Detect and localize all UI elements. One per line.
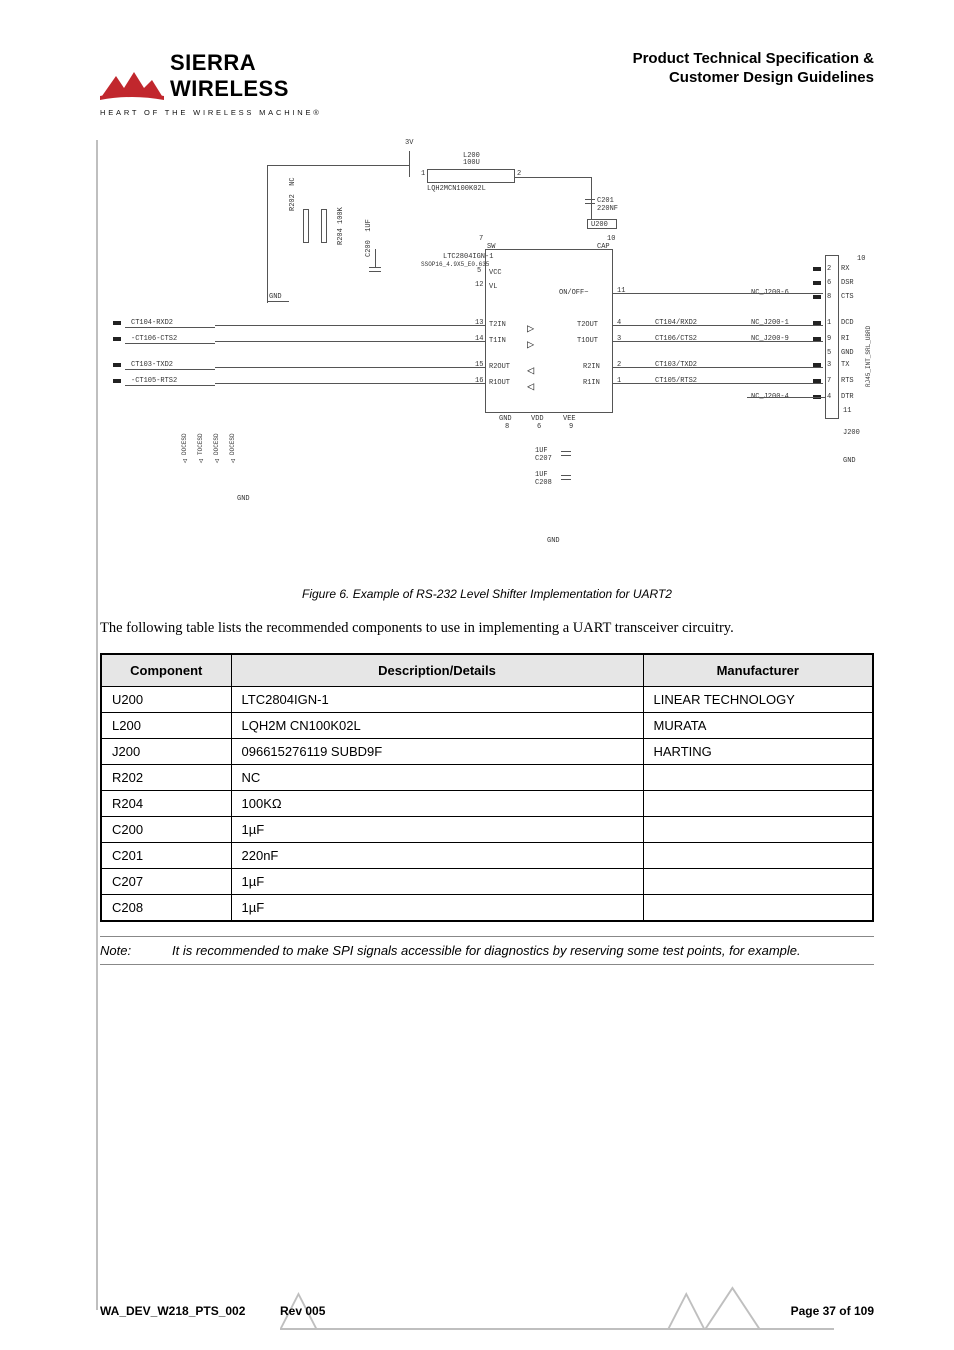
schem-gnd-r: GND [843,457,856,465]
schem-u200: U200 [591,221,608,229]
table-row: C2001µF [101,816,873,842]
schem-3v: 3V [405,139,413,147]
table-row: L200LQH2M CN100K02LMURATA [101,712,873,738]
th-description: Description/Details [231,654,643,687]
table-header-row: Component Description/Details Manufactur… [101,654,873,687]
footer-tabs-decoration [280,1286,834,1330]
table-cell: 1µF [231,868,643,894]
table-row: C2081µF [101,894,873,921]
table-cell: LINEAR TECHNOLOGY [643,686,873,712]
table-cell: 220nF [231,842,643,868]
table-cell: R204 [101,790,231,816]
table-cell: C207 [101,868,231,894]
table-cell: LTC2804IGN-1 [231,686,643,712]
logo-tagline: HEART OF THE WIRELESS MACHINE® [100,108,360,117]
table-cell: 096615276119 SUBD9F [231,738,643,764]
table-cell: C208 [101,894,231,921]
logo-block: SIERRA WIRELESS HEART OF THE WIRELESS MA… [100,50,360,117]
figure-caption: Figure 6. Example of RS-232 Level Shifte… [100,587,874,601]
table-cell: L200 [101,712,231,738]
schem-l200-pn: LQH2MCN100K02L [427,185,486,193]
table-cell: 1µF [231,894,643,921]
schem-sig-1: -CT106-CTS2 [131,335,177,343]
schem-c207: 1UFC207 [535,447,552,463]
table-cell: HARTING [643,738,873,764]
table-cell [643,894,873,921]
schem-esd-0: DOCESD [181,433,188,455]
schem-sig-2: CT103-TXD2 [131,361,173,369]
table-cell: J200 [101,738,231,764]
table-row: C2071µF [101,868,873,894]
th-component: Component [101,654,231,687]
footer-rev: Rev 005 [280,1304,325,1318]
schem-l200: L200100U [463,153,480,167]
table-cell: R202 [101,764,231,790]
header-line1: Product Technical Specification & [494,50,874,69]
table-row: C201220nF [101,842,873,868]
page-header: SIERRA WIRELESS HEART OF THE WIRELESS MA… [100,50,874,117]
table-cell [643,790,873,816]
table-row: J200096615276119 SUBD9FHARTING [101,738,873,764]
table-cell [643,842,873,868]
table-cell [643,868,873,894]
table-cell: C201 [101,842,231,868]
table-cell: C200 [101,816,231,842]
table-cell: MURATA [643,712,873,738]
table-cell: 1µF [231,816,643,842]
schem-c208: 1UFC208 [535,471,552,487]
schem-esd-3: DOCESD [229,433,236,455]
th-manufacturer: Manufacturer [643,654,873,687]
page: SIERRA WIRELESS HEART OF THE WIRELESS MA… [0,0,954,1350]
table-row: R202NC [101,764,873,790]
left-margin-rule [96,140,98,1310]
schem-sig-0: CT104-RXD2 [131,319,173,327]
schem-esd-2: DOCESD [213,433,220,455]
schem-conn-side: RJ45_INT_SRL_UBRD [865,326,872,387]
schem-r202: R202 NC [289,177,297,211]
schem-chip [485,249,613,413]
schem-c201: C201220NF [597,197,618,213]
schem-esd-1: TOCESD [197,433,204,455]
schem-sig-3: -CT105-RTS2 [131,377,177,385]
table-row: U200LTC2804IGN-1LINEAR TECHNOLOGY [101,686,873,712]
note-text: It is recommended to make SPI signals ac… [172,943,801,958]
footer-doc-id: WA_DEV_W218_PTS_002 [100,1304,245,1318]
logo-text: SIERRA WIRELESS [170,50,360,102]
components-table: Component Description/Details Manufactur… [100,653,874,922]
intro-paragraph: The following table lists the recommende… [100,619,874,639]
schem-gnd-bot: GND [237,495,250,503]
schem-gnd-cbot: GND [547,537,560,545]
header-title: Product Technical Specification & Custom… [494,50,874,88]
table-cell: 100KΩ [231,790,643,816]
table-row: R204100KΩ [101,790,873,816]
table-cell [643,816,873,842]
table-cell: NC [231,764,643,790]
footer-page: Page 37 of 109 [791,1304,874,1318]
note-label: Note: [100,943,154,958]
header-line2: Customer Design Guidelines [494,69,874,88]
note-block: Note: It is recommended to make SPI sign… [100,936,874,965]
schem-chip-title: LTC2804IGN-1 [443,253,493,261]
schem-c200: C200 1UF [365,219,373,257]
schem-r204: R204 100K [337,207,345,245]
schem-gnd-left: GND [269,293,282,301]
table-cell: LQH2M CN100K02L [231,712,643,738]
table-cell: U200 [101,686,231,712]
schematic-figure: 3V L200100U 1 2 LQH2MCN100K02L R202 NC R… [107,139,867,579]
page-footer: WA_DEV_W218_PTS_002 Rev 005 Page 37 of 1… [100,1304,874,1318]
table-cell [643,764,873,790]
schem-conn-name: J200 [843,429,860,437]
sierra-wireless-logo-icon [100,66,164,102]
